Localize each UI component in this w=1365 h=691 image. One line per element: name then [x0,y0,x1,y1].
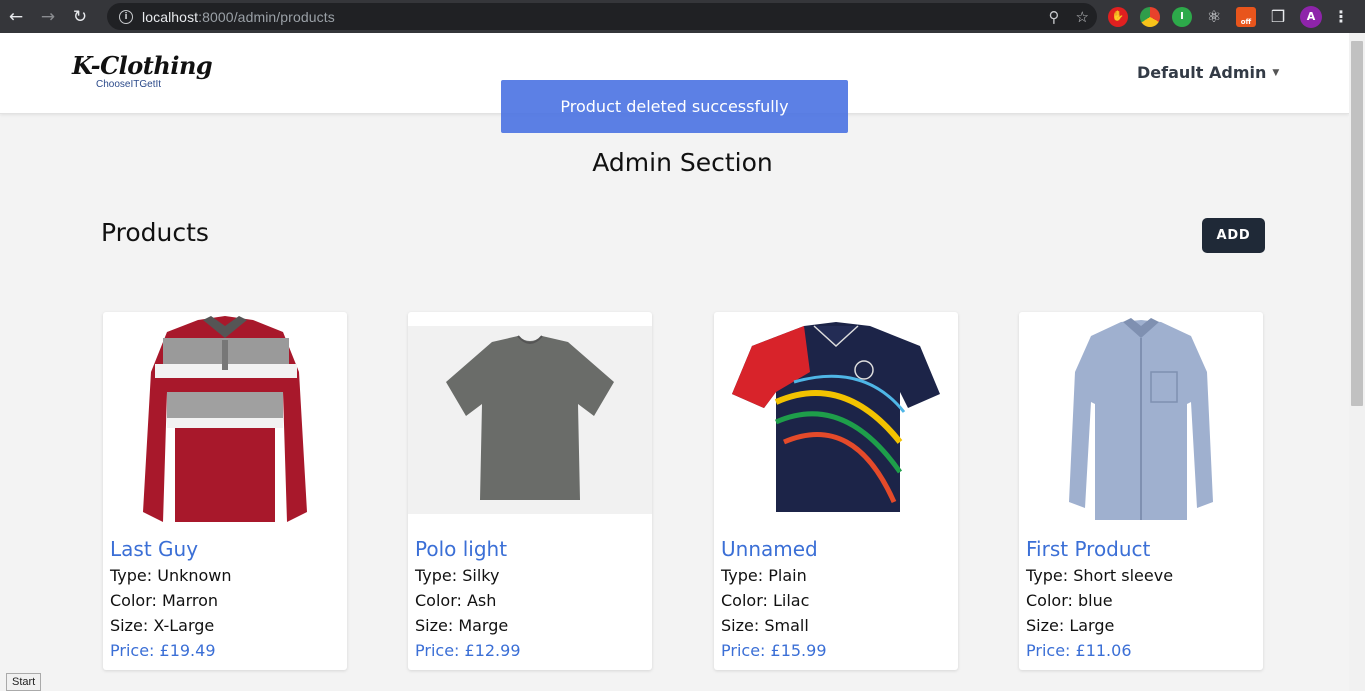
react-devtools-icon[interactable]: ⚛ [1204,7,1224,27]
product-name[interactable]: Polo light [415,535,521,563]
product-image[interactable] [408,312,652,532]
product-type: Type: Silky [415,566,500,585]
site-logo[interactable]: K-Clothing ChooseITGetIt [72,51,213,90]
address-bar[interactable]: i localhost:8000/admin/products ⚲ ☆ [107,3,1097,30]
toggle-off-extension-icon[interactable]: off [1236,6,1256,27]
extension-icon[interactable] [1140,6,1160,27]
scrollbar-thumb[interactable] [1351,41,1363,406]
extensions-puzzle-icon[interactable]: ❒ [1268,7,1288,27]
browser-menu-icon[interactable]: ⋮ [1333,7,1349,27]
product-color: Color: Ash [415,591,497,610]
product-size: Size: Large [1026,616,1115,635]
user-name: Default Admin [1137,63,1267,82]
product-image[interactable] [714,312,958,532]
toast-message: Product deleted successfully [560,97,789,116]
adblock-extension-icon[interactable]: ✋ [1108,6,1128,27]
product-image[interactable] [1019,312,1263,532]
product-size: Size: X-Large [110,616,215,635]
product-size: Size: Marge [415,616,509,635]
page-title: Admin Section [592,148,773,177]
section-title: Products [101,218,209,247]
url-path: :8000/admin/products [198,8,335,25]
product-card[interactable]: Last Guy Type: Unknown Color: Marron Siz… [103,312,347,670]
product-type: Type: Plain [721,566,807,585]
product-price: Price: £15.99 [721,641,827,660]
product-color: Color: blue [1026,591,1113,610]
product-card[interactable]: First Product Type: Short sleeve Color: … [1019,312,1263,670]
product-type: Type: Unknown [110,566,232,585]
back-icon[interactable]: ← [0,0,32,33]
zoom-icon[interactable]: ⚲ [1049,8,1060,26]
product-price: Price: £11.06 [1026,641,1132,660]
url-host: localhost [142,8,199,25]
add-product-button[interactable]: ADD [1202,218,1265,253]
product-name[interactable]: Unnamed [721,535,827,563]
logo-title: K-Clothing [72,51,213,80]
reload-icon[interactable]: ↻ [64,0,96,33]
product-name[interactable]: First Product [1026,535,1173,563]
logo-tagline: ChooseITGetIt [96,79,162,90]
grammar-extension-icon[interactable]: I [1172,6,1192,27]
url-text[interactable]: localhost:8000/admin/products [142,9,335,25]
page-scrollbar[interactable] [1349,33,1365,691]
product-color: Color: Lilac [721,591,810,610]
chevron-down-icon: ▼ [1272,67,1280,78]
product-name[interactable]: Last Guy [110,535,232,563]
product-price: Price: £19.49 [110,641,216,660]
product-size: Size: Small [721,616,809,635]
product-type: Type: Short sleeve [1026,566,1174,585]
forward-icon[interactable]: → [32,0,64,33]
user-dropdown[interactable]: Default Admin ▼ [1137,63,1279,82]
bookmark-star-icon[interactable]: ☆ [1076,8,1089,26]
product-image[interactable] [103,312,347,532]
success-toast: Product deleted successfully [501,80,848,133]
profile-avatar[interactable]: A [1300,5,1322,28]
browser-toolbar: ← → ↻ i localhost:8000/admin/products ⚲ … [0,0,1365,33]
product-card[interactable]: Polo light Type: Silky Color: Ash Size: … [408,312,652,670]
product-price: Price: £12.99 [415,641,521,660]
status-bar: Start [6,673,42,691]
site-info-icon[interactable]: i [119,9,133,24]
product-color: Color: Marron [110,591,219,610]
product-card[interactable]: Unnamed Type: Plain Color: Lilac Size: S… [714,312,958,670]
